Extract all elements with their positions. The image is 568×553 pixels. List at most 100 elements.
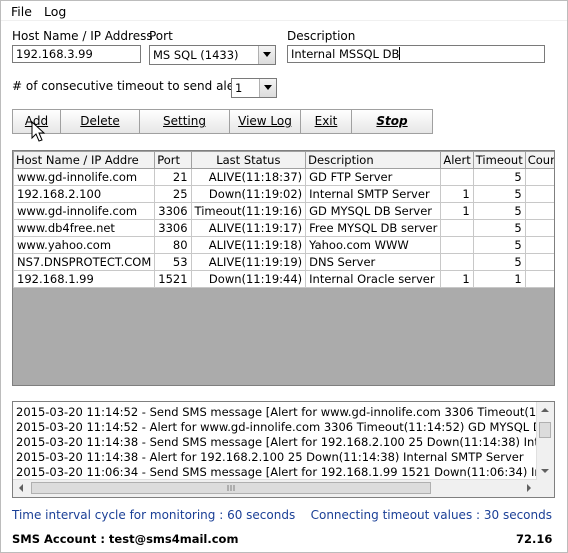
scroll-right-button[interactable] (521, 480, 537, 496)
grip-icon (227, 485, 235, 491)
col-timeout-header[interactable]: Timeout (472, 151, 526, 169)
log-vertical-scrollbar[interactable] (536, 402, 554, 480)
cell-description: Free MYSQL DB server (305, 219, 442, 237)
table-row[interactable]: 192.168.2.100 25 Down(11:19:02) Internal… (13, 185, 554, 203)
cell-description: Internal Oracle server (305, 270, 442, 288)
menu-bar: File Log (1, 1, 567, 21)
col-count-header[interactable]: Count (524, 151, 554, 169)
cell-alert: 1 (440, 202, 474, 220)
scroll-corner (537, 480, 554, 497)
horizontal-scroll-thumb[interactable] (31, 482, 431, 494)
cell-host: www.db4free.net (13, 219, 156, 237)
scroll-left-button[interactable] (13, 480, 29, 496)
cell-status: Timeout(11:19:16) (190, 202, 307, 220)
chevron-up-icon (541, 408, 549, 412)
cell-alert (440, 168, 474, 186)
cell-host: www.gd-innolife.com (13, 168, 156, 186)
col-host-header[interactable]: Host Name / IP Addre (13, 151, 156, 169)
cell-timeout: 1 (472, 270, 526, 288)
vertical-scroll-thumb[interactable] (539, 422, 551, 438)
description-input-value: Internal MSSQL DB (291, 47, 400, 61)
text-cursor (399, 47, 401, 60)
log-line: 2015-03-20 11:14:38 - Send SMS message [… (16, 435, 555, 449)
col-port-header[interactable]: Port (154, 151, 192, 169)
port-select[interactable]: MS SQL (1433) (149, 45, 276, 65)
monitor-grid[interactable]: Host Name / IP Addre Port Last Status De… (12, 150, 555, 386)
cell-timeout: 5 (472, 185, 526, 203)
cell-status: ALIVE(11:19:19) (190, 253, 307, 271)
description-input[interactable]: Internal MSSQL DB (287, 45, 545, 63)
sms-account-label: SMS Account : test@sms4mail.com (12, 532, 239, 546)
log-line: 2015-03-20 11:14:38 - Alert for 192.168.… (16, 450, 524, 464)
cell-count: 2 (524, 185, 554, 203)
cell-description: GD MYSQL DB Server (305, 202, 442, 220)
table-row[interactable]: www.yahoo.com 80 ALIVE(11:19:18) Yahoo.c… (13, 236, 554, 254)
view-log-button-label: View Log (238, 114, 292, 128)
cell-port: 80 (154, 236, 192, 254)
cell-timeout: 5 (472, 168, 526, 186)
port-dropdown-button[interactable] (258, 46, 275, 64)
cell-count: 0 (524, 219, 554, 237)
cell-count: 2 (524, 202, 554, 220)
setting-button[interactable]: Setting (139, 109, 230, 134)
timeout-select-value: 1 (235, 81, 243, 95)
col-description-header[interactable]: Description (305, 151, 442, 169)
col-alert-header[interactable]: Alert (440, 151, 474, 169)
cell-host: www.yahoo.com (13, 236, 156, 254)
chevron-down-icon (264, 85, 272, 90)
timeout-select[interactable]: 1 (231, 78, 277, 98)
cell-status: ALIVE(11:19:18) (190, 236, 307, 254)
grid-header-row: Host Name / IP Addre Port Last Status De… (13, 151, 554, 169)
log-line: 2015-03-20 11:14:52 - Alert for www.gd-i… (16, 420, 555, 434)
view-log-button[interactable]: View Log (229, 109, 301, 134)
table-row[interactable]: www.gd-innolife.com 21 ALIVE(11:18:37) G… (13, 168, 554, 186)
delete-button[interactable]: Delete (60, 109, 140, 134)
cell-status: Down(11:19:44) (190, 270, 307, 288)
cell-host: 192.168.1.99 (13, 270, 156, 288)
menu-file[interactable]: File (11, 4, 32, 19)
cell-description: DNS Server (305, 253, 442, 271)
host-input[interactable]: 192.168.3.99 (12, 45, 141, 63)
monitor-interval-status: Time interval cycle for monitoring : 60 … (12, 508, 296, 522)
col-status-header[interactable]: Last Status (190, 151, 307, 169)
cell-status: Down(11:19:02) (190, 185, 307, 203)
table-row[interactable]: NS7.DNSPROTECT.COM 53 ALIVE(11:19:19) DN… (13, 253, 554, 271)
connect-timeout-status: Connecting timeout values : 30 seconds (310, 508, 552, 522)
cell-count: 0 (524, 236, 554, 254)
cell-description: Yahoo.com WWW (305, 236, 442, 254)
cell-status: ALIVE(11:18:37) (190, 168, 307, 186)
chevron-down-icon (541, 469, 549, 473)
table-row[interactable]: 192.168.1.99 1521 Down(11:19:44) Interna… (13, 270, 554, 288)
cell-port: 53 (154, 253, 192, 271)
cell-timeout: 5 (472, 253, 526, 271)
version-label: 72.16 (516, 532, 553, 546)
cell-port: 3306 (154, 219, 192, 237)
description-label: Description (287, 29, 356, 43)
stop-button[interactable]: Stop (351, 109, 433, 134)
timeout-label: # of consecutive timeout to send alert (12, 79, 244, 93)
monitor-table: Host Name / IP Addre Port Last Status De… (13, 151, 554, 288)
cell-count: 0 (524, 168, 554, 186)
delete-button-label: Delete (80, 114, 120, 128)
setting-button-label: Setting (163, 114, 206, 128)
menu-separator (1, 20, 567, 21)
table-row[interactable]: www.db4free.net 3306 ALIVE(11:19:17) Fre… (13, 219, 554, 237)
exit-button[interactable]: Exit (300, 109, 352, 134)
log-listbox[interactable]: 2015-03-20 11:14:52 - Send SMS message [… (12, 401, 555, 498)
timeout-dropdown-button[interactable] (259, 79, 276, 97)
scroll-down-button[interactable] (537, 463, 553, 479)
cell-port: 21 (154, 168, 192, 186)
cell-host: www.gd-innolife.com (13, 202, 156, 220)
mouse-pointer-icon (31, 121, 45, 142)
table-row[interactable]: www.gd-innolife.com 3306 Timeout(11:19:1… (13, 202, 554, 220)
cell-count: 0 (524, 253, 554, 271)
cell-count: 0 (524, 270, 554, 288)
chevron-left-icon (19, 484, 23, 492)
menu-log[interactable]: Log (44, 4, 66, 19)
cell-port: 3306 (154, 202, 192, 220)
cell-alert: 1 (440, 185, 474, 203)
log-line: 2015-03-20 11:14:52 - Send SMS message [… (16, 405, 555, 419)
port-select-value: MS SQL (1433) (153, 48, 239, 62)
log-horizontal-scrollbar[interactable] (13, 479, 537, 497)
scroll-up-button[interactable] (537, 402, 553, 418)
